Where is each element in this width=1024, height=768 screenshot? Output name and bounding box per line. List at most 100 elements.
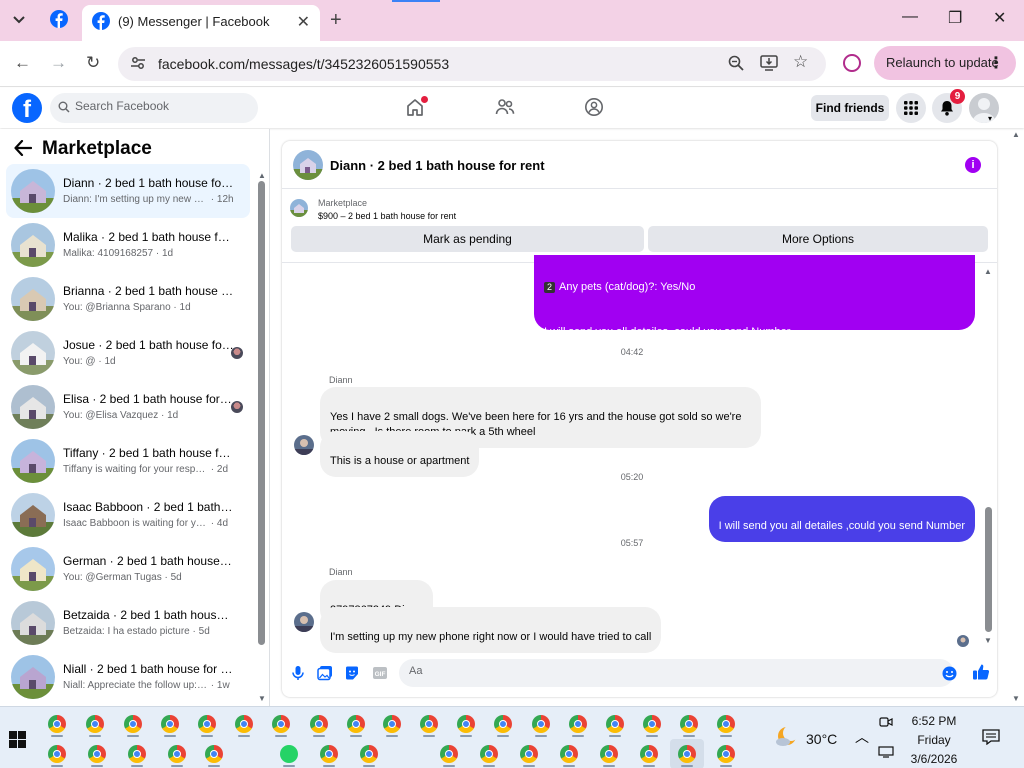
sticker-icon[interactable]: [344, 665, 360, 684]
forward-icon[interactable]: →: [50, 53, 67, 73]
scroll-up-icon[interactable]: ▲: [258, 171, 266, 180]
conversation-item[interactable]: Tiffany · 2 bed 1 bath house for rent Tif…: [6, 434, 250, 488]
find-friends-button[interactable]: Find friends: [811, 95, 889, 121]
taskbar-chrome-icon[interactable]: [48, 715, 66, 733]
incoming-message[interactable]: I'm setting up my new phone right now or…: [320, 607, 662, 653]
taskbar-chrome-icon[interactable]: [124, 715, 142, 733]
profile-icon[interactable]: [843, 54, 861, 72]
new-tab-button[interactable]: +: [330, 9, 342, 32]
back-arrow-icon[interactable]: [14, 139, 33, 159]
chat-scrollbar[interactable]: [985, 507, 992, 632]
taskbar-chrome-icon[interactable]: [678, 745, 696, 763]
taskbar-chrome-icon[interactable]: [560, 745, 578, 763]
page-scroll-down-icon[interactable]: ▼: [1012, 694, 1020, 703]
more-options-button[interactable]: More Options: [648, 226, 988, 252]
menu-grid-button[interactable]: [896, 93, 926, 123]
taskbar-chrome-icon[interactable]: [86, 715, 104, 733]
taskbar-chrome-icon[interactable]: [717, 745, 735, 763]
microphone-icon[interactable]: [292, 665, 304, 684]
search-input[interactable]: [75, 99, 245, 113]
taskbar-chrome-icon[interactable]: [128, 745, 146, 763]
relaunch-button[interactable]: Relaunch to update ⋮: [874, 46, 1016, 80]
taskbar-chrome-icon[interactable]: [569, 715, 587, 733]
taskbar-chrome-icon[interactable]: [640, 745, 658, 763]
taskbar-chrome-icon[interactable]: [272, 715, 290, 733]
taskbar-chrome-icon[interactable]: [161, 715, 179, 733]
sidebar-scrollbar[interactable]: [258, 181, 265, 645]
scroll-down-icon[interactable]: ▼: [984, 636, 992, 645]
taskbar-chrome-icon[interactable]: [235, 715, 253, 733]
taskbar-chrome-icon[interactable]: [480, 745, 498, 763]
taskbar-chrome-icon[interactable]: [600, 745, 618, 763]
show-hidden-icons-chevron-icon[interactable]: ︿: [855, 727, 869, 747]
restore-icon[interactable]: ❐: [948, 8, 962, 28]
facebook-search[interactable]: [50, 93, 258, 123]
message-input[interactable]: [409, 665, 929, 677]
back-icon[interactable]: ←: [14, 53, 31, 73]
info-icon[interactable]: i: [965, 157, 981, 173]
scroll-up-icon[interactable]: ▲: [984, 267, 992, 276]
outgoing-message[interactable]: I will send you all detailes ,could you …: [708, 496, 975, 542]
facebook-logo-icon[interactable]: f: [12, 93, 42, 123]
taskbar-chrome-icon[interactable]: [360, 745, 378, 763]
conversation-item[interactable]: Brianna · 2 bed 1 bath house for rent You…: [6, 272, 250, 326]
windows-start-icon[interactable]: [9, 731, 26, 751]
menu-dots-icon[interactable]: ⋮: [988, 53, 1004, 73]
taskbar-chrome-icon[interactable]: [520, 745, 538, 763]
taskbar-chrome-icon[interactable]: [440, 745, 458, 763]
gif-icon[interactable]: GIF: [372, 665, 388, 684]
taskbar-whatsapp-icon[interactable]: [280, 745, 298, 763]
pinned-facebook-tab[interactable]: [50, 10, 70, 30]
taskbar-chrome-icon[interactable]: [347, 715, 365, 733]
taskbar-chrome-icon[interactable]: [420, 715, 438, 733]
like-thumbs-up-icon[interactable]: [972, 663, 990, 684]
conversation-item[interactable]: Diann · 2 bed 1 bath house for rent Diann…: [6, 164, 250, 218]
listing-thumbnail[interactable]: [293, 150, 323, 180]
notification-center-icon[interactable]: [982, 729, 1000, 748]
taskbar-chrome-icon[interactable]: [680, 715, 698, 733]
reload-icon[interactable]: ↻: [86, 53, 100, 73]
address-bar[interactable]: facebook.com/messages/t/3452326051590553…: [118, 47, 826, 81]
page-scroll-up-icon[interactable]: ▲: [1012, 130, 1020, 139]
conversation-item[interactable]: Niall · 2 bed 1 bath house for rent Niall…: [6, 650, 250, 704]
bookmark-star-icon[interactable]: ☆: [793, 52, 808, 72]
mark-as-pending-button[interactable]: Mark as pending: [291, 226, 644, 252]
taskbar-chrome-icon[interactable]: [643, 715, 661, 733]
taskbar-chrome-icon[interactable]: [198, 715, 216, 733]
taskbar-chrome-icon[interactable]: [457, 715, 475, 733]
close-tab-icon[interactable]: ✕: [297, 12, 310, 32]
site-info-icon[interactable]: [130, 55, 146, 74]
zoom-icon[interactable]: [728, 55, 744, 74]
camera-icon[interactable]: [879, 715, 893, 732]
weather-temperature[interactable]: 30°C: [806, 731, 837, 747]
taskbar-chrome-icon[interactable]: [168, 745, 186, 763]
message-field[interactable]: [399, 659, 954, 687]
photo-icon[interactable]: [317, 665, 333, 684]
sender-avatar[interactable]: [294, 435, 314, 455]
chat-title[interactable]: Diann · 2 bed 1 bath house for rent: [330, 158, 545, 173]
install-app-icon[interactable]: [760, 55, 778, 74]
taskbar-chrome-icon[interactable]: [320, 745, 338, 763]
tab-search-button[interactable]: [8, 10, 30, 30]
close-window-icon[interactable]: ✕: [993, 8, 1006, 28]
sender-avatar[interactable]: [294, 612, 314, 632]
taskbar-chrome-icon[interactable]: [383, 715, 401, 733]
account-chevron-icon[interactable]: ▾: [988, 114, 992, 123]
account-avatar[interactable]: [969, 93, 999, 123]
taskbar-chrome-icon[interactable]: [717, 715, 735, 733]
conversation-item[interactable]: Malika · 2 bed 1 bath house for rent Mali…: [6, 218, 250, 272]
taskbar-chrome-icon[interactable]: [205, 745, 223, 763]
emoji-icon[interactable]: [942, 666, 957, 684]
taskbar-chrome-icon[interactable]: [494, 715, 512, 733]
conversation-item[interactable]: Josue · 2 bed 1 bath house for rent You: …: [6, 326, 250, 380]
friends-icon[interactable]: [495, 97, 515, 120]
conversation-item[interactable]: Betzaida · 2 bed 1 bath house for rent Be…: [6, 596, 250, 650]
system-clock[interactable]: 6:52 PM Friday 3/6/2026: [900, 712, 968, 768]
groups-icon[interactable]: [584, 97, 604, 120]
taskbar-chrome-icon[interactable]: [532, 715, 550, 733]
incoming-message[interactable]: This is a house or apartment: [320, 431, 480, 477]
conversation-item[interactable]: German · 2 bed 1 bath house for rent You:…: [6, 542, 250, 596]
tab-messenger[interactable]: (9) Messenger | Facebook ✕: [82, 5, 320, 41]
taskbar-chrome-icon[interactable]: [310, 715, 328, 733]
weather-moon-icon[interactable]: [774, 725, 799, 752]
